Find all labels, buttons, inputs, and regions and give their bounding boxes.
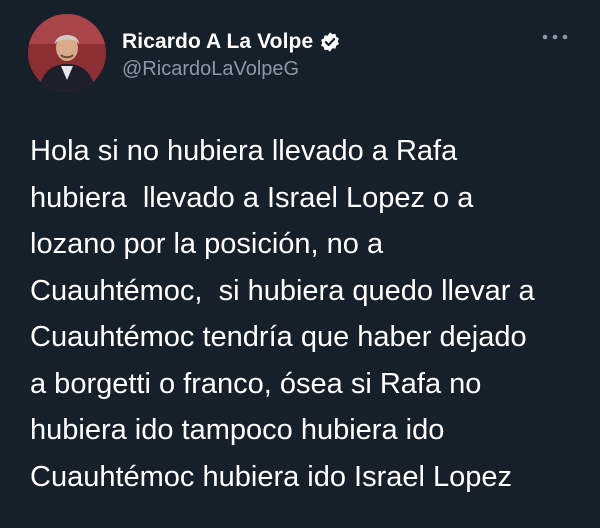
tweet-text-line: Cuauhtémoc, si hubiera quedo llevar a: [30, 274, 535, 307]
tweet-text-line: Cuauhtémoc tendría que haber dejado: [30, 321, 527, 353]
tweet-text-line: hubiera llevado a Israel Lopez o a: [30, 181, 474, 214]
tweet-text-line: Hola si no hubiera llevado a Rafa: [30, 135, 458, 167]
verified-badge-icon: [321, 32, 340, 52]
tweet-card: Ricardo A La Volpe @RicardoLaVolpeG Hola…: [0, 0, 600, 528]
tweet-text-line: hubiera ido tampoco hubiera ido: [30, 414, 445, 446]
author-handle[interactable]: @RicardoLaVolpeG: [122, 58, 299, 81]
profile-photo-icon: [28, 14, 106, 92]
author-display-name[interactable]: Ricardo A La Volpe: [122, 30, 313, 54]
tweet-text-line: lozano por la posición, no a: [30, 228, 384, 260]
tweet-text: Hola si no hubiera llevado a Rafa hubier…: [30, 128, 590, 500]
tweet-text-line: Cuauhtémoc hubiera ido Israel Lopez: [30, 460, 513, 493]
tweet-text-line: a borgetti o franco, ósea si Rafa no: [30, 367, 482, 400]
more-options-icon[interactable]: [540, 30, 570, 44]
author-avatar[interactable]: [28, 14, 106, 92]
author-name-row[interactable]: Ricardo A La Volpe: [122, 30, 341, 54]
